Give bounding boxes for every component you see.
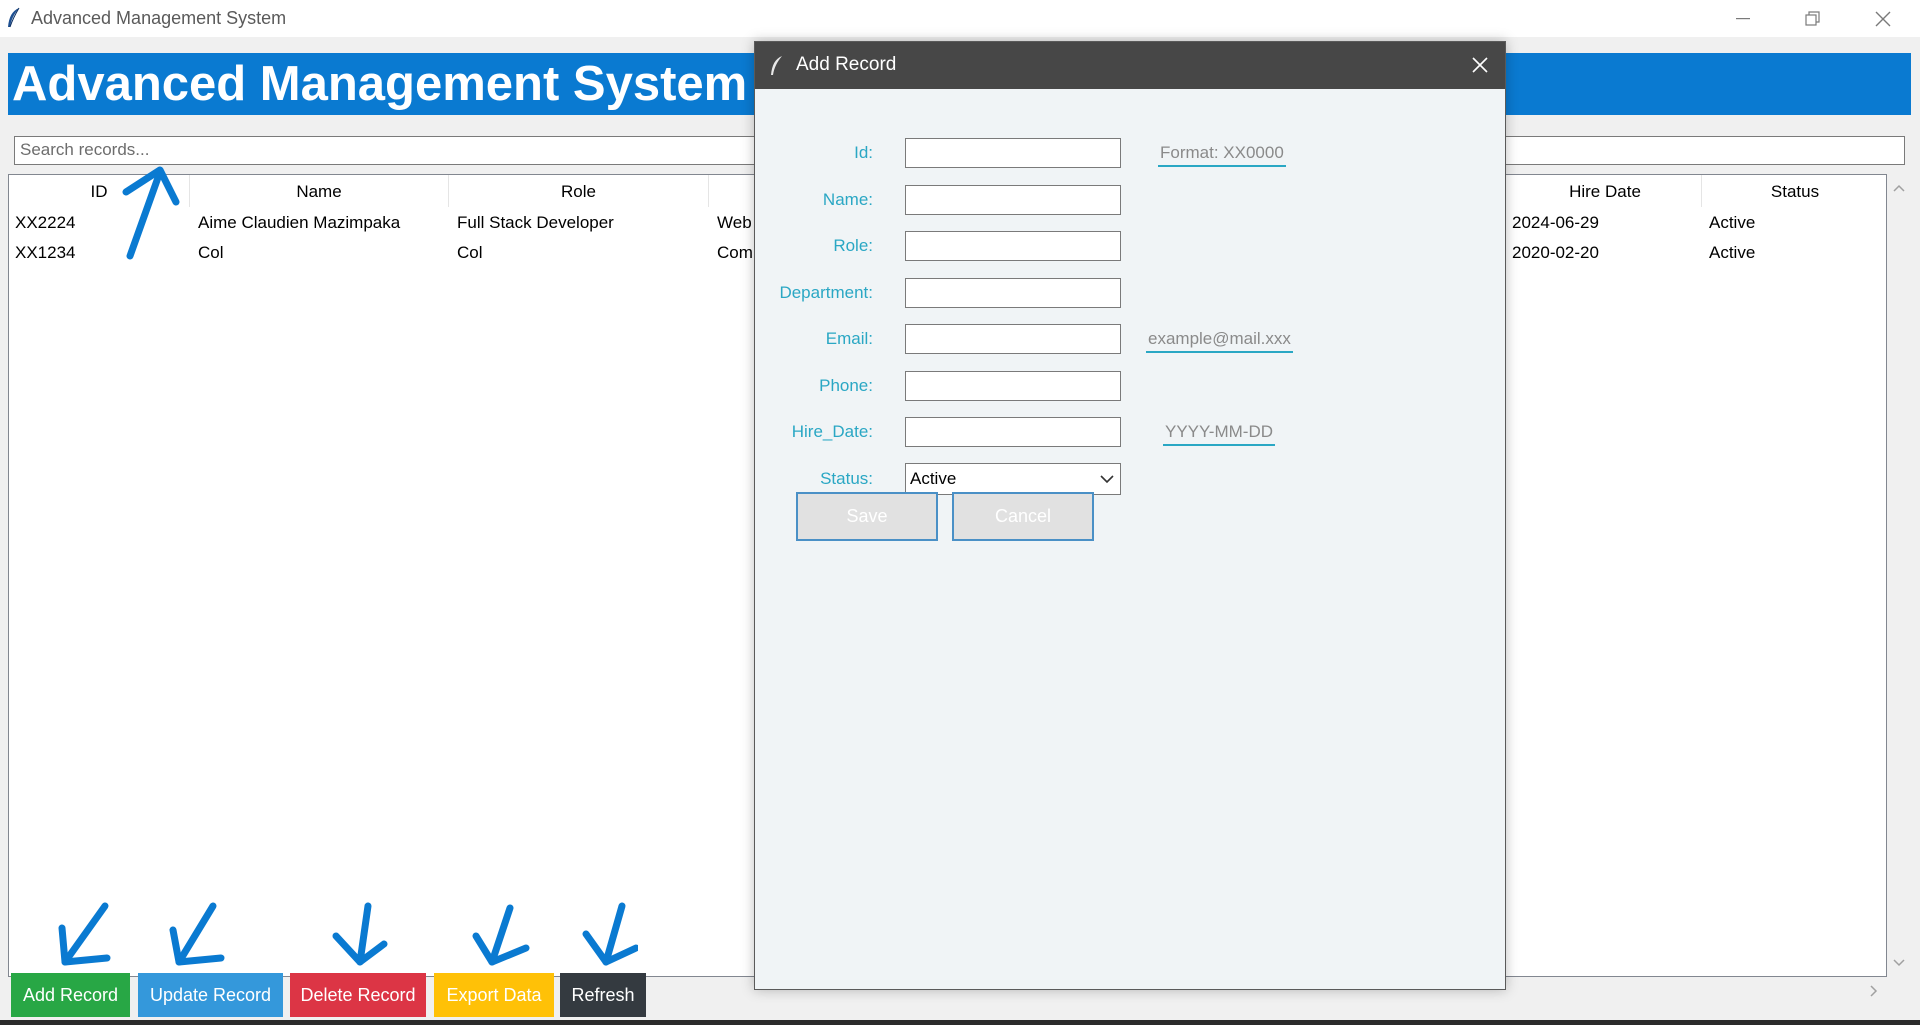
save-button[interactable]: Save <box>796 492 938 541</box>
chevron-down-icon <box>1100 475 1114 484</box>
role-field[interactable] <box>905 231 1121 261</box>
add-record-dialog: Add Record Id: Format: XX0000 Name: Role… <box>754 41 1506 990</box>
cell-department: Com <box>717 243 753 262</box>
cell-status: Active <box>1709 213 1756 232</box>
email-format-hint: example@mail.xxx <box>1146 327 1293 353</box>
annotation-arrow-down-icon <box>332 902 388 966</box>
cell-hire-date: 2024-06-29 <box>1512 213 1599 232</box>
window-titlebar: Advanced Management System <box>0 0 1920 37</box>
annotation-arrow-down-icon <box>472 904 530 966</box>
hire-date-format-hint: YYYY-MM-DD <box>1163 420 1275 446</box>
id-label: Id: <box>854 143 873 162</box>
add-record-button[interactable]: Add Record <box>11 973 130 1017</box>
dialog-titlebar: Add Record <box>755 42 1505 89</box>
status-label: Status: <box>820 469 873 488</box>
vertical-scrollbar[interactable] <box>1887 174 1911 977</box>
window-title: Advanced Management System <box>31 8 287 28</box>
update-record-button[interactable]: Update Record <box>138 973 283 1017</box>
cell-name: Aime Claudien Mazimpaka <box>198 213 401 232</box>
close-icon <box>1472 57 1488 73</box>
email-label: Email: <box>825 329 873 348</box>
status-select-value: Active <box>910 469 957 488</box>
page-title: Advanced Management System <box>12 57 748 111</box>
column-header-name[interactable]: Name <box>190 175 449 207</box>
app-window: Advanced Management System Advanced Mana… <box>0 0 1920 1025</box>
department-label: Department: <box>779 283 873 302</box>
phone-field[interactable] <box>905 371 1121 401</box>
cell-role: Col <box>457 243 483 262</box>
feather-icon <box>770 55 784 81</box>
dialog-title: Add Record <box>796 54 897 75</box>
feather-icon <box>6 7 22 29</box>
close-icon <box>1875 11 1891 26</box>
cell-hire-date: 2020-02-20 <box>1512 243 1599 262</box>
delete-record-button[interactable]: Delete Record <box>290 973 426 1017</box>
refresh-button[interactable]: Refresh <box>560 973 646 1017</box>
name-label: Name: <box>822 190 873 209</box>
column-header-role[interactable]: Role <box>449 175 709 207</box>
annotation-arrow-down-icon <box>169 902 225 966</box>
column-header-hire-date[interactable]: Hire Date <box>1509 175 1702 207</box>
name-field[interactable] <box>905 185 1121 215</box>
column-header-status[interactable]: Status <box>1702 175 1888 207</box>
export-data-button[interactable]: Export Data <box>434 973 554 1017</box>
cell-role: Full Stack Developer <box>457 213 614 232</box>
annotation-arrow-up-icon <box>122 166 180 260</box>
role-label: Role: <box>833 236 873 255</box>
hire-date-label: Hire_Date: <box>791 422 873 441</box>
annotation-arrow-down-icon <box>582 902 638 966</box>
id-format-hint: Format: XX0000 <box>1158 141 1286 167</box>
phone-label: Phone: <box>819 376 873 395</box>
scroll-arrows-icon <box>1893 184 1905 967</box>
email-field[interactable] <box>905 324 1121 354</box>
department-field[interactable] <box>905 278 1121 308</box>
minimize-button[interactable] <box>1708 0 1778 37</box>
cell-status: Active <box>1709 243 1756 262</box>
restore-button[interactable] <box>1778 0 1848 37</box>
close-window-button[interactable] <box>1848 0 1918 37</box>
status-select[interactable]: Active <box>905 463 1121 495</box>
restore-icon <box>1805 10 1820 26</box>
cell-department: Web <box>717 213 752 232</box>
annotation-arrow-down-icon <box>58 902 111 966</box>
minimize-icon <box>1736 17 1750 19</box>
hire-date-field[interactable] <box>905 417 1121 447</box>
cancel-button[interactable]: Cancel <box>952 492 1094 541</box>
taskbar-edge <box>0 1020 1920 1025</box>
dialog-close-button[interactable] <box>1471 56 1489 78</box>
cell-name: Col <box>198 243 224 262</box>
id-field[interactable] <box>905 138 1121 168</box>
